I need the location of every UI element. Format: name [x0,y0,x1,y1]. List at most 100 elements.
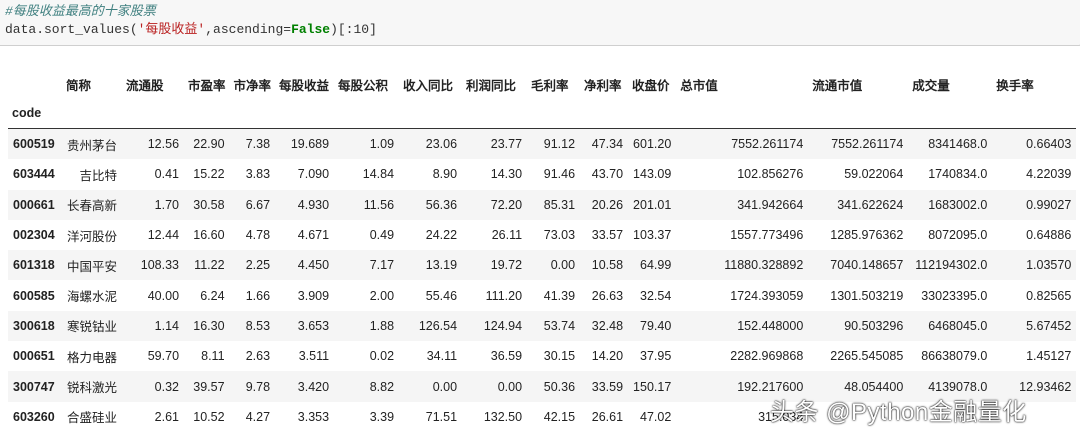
table-cell: 30.15 [543,349,576,364]
row-stock-name: 洋河股份 [67,229,118,244]
table-cell: 23.06 [425,137,458,152]
column-header: 流通股 [126,78,164,93]
table-cell: 8.53 [245,318,271,333]
table-cell: 47.02 [640,409,672,424]
table-cell: 26.63 [591,288,624,303]
table-cell: 0.99027 [1026,197,1072,212]
table-cell: 1301.503219 [830,288,904,303]
table-cell: 3.511 [298,349,330,364]
table-cell: 0.02 [369,349,395,364]
table-cell: 7.090 [297,167,330,182]
table-cell: 12.44 [147,228,180,243]
index-row-spacer [122,98,185,129]
column-header: 流通市值 [812,78,863,93]
column-header: 换手率 [996,78,1034,93]
table-cell: 12.56 [147,137,180,152]
table-cell: 90.503296 [844,318,904,333]
table-cell: 0.82565 [1026,288,1072,303]
table-cell: 150.17 [633,379,672,394]
row-stock-name: 格力电器 [67,350,118,365]
table-cell: 11880.328892 [724,258,804,273]
table-cell: 112194302.0 [915,258,988,273]
table-cell: 34.11 [426,349,458,364]
table-cell: 4.930 [297,197,330,212]
table-cell: 79.40 [640,318,672,333]
table-cell: 102.856276 [737,167,804,182]
table-cell: 601.20 [633,137,672,152]
table-cell: 47.34 [591,137,624,152]
table-cell: 59.022064 [844,167,904,182]
table-cell: 7.17 [369,258,395,273]
row-code: 601318 [13,258,55,273]
index-row-spacer [908,98,993,129]
table-cell: 53.74 [543,318,576,333]
table-row: 603444 吉比特 0.41 15.22 3.83 7.090 14.84 8.90 14.3… [8,159,1076,189]
column-header: 净利率 [584,78,622,93]
row-code: 000661 [13,197,55,212]
table-cell: 126.54 [418,318,458,333]
table-cell: 0.00 [432,379,458,394]
table-cell: 3.83 [245,167,271,182]
index-row-spacer [527,98,581,129]
table-row: 600519 贵州茅台 12.56 22.90 7.38 19.689 1.09 23.06 2… [8,128,1077,160]
index-row-spacer [992,98,1077,129]
column-header-row: 简称 流通股 市盈率 市净率 每股收益 每股公积 收入同比 利润同比 毛利率 净利率 收盘价 总市值 流… [8,70,1076,98]
table-cell: 22.90 [193,137,225,152]
table-cell: 16.30 [193,318,225,333]
row-stock-name: 吉比特 [79,168,118,183]
table-cell: 2.25 [245,258,271,273]
table-cell: 26.61 [591,409,624,424]
table-cell: 73.03 [543,228,576,243]
column-header: 简称 [66,78,92,93]
table-cell: 0.49 [369,228,395,243]
index-row-spacer [628,98,677,129]
code-cell[interactable]: #每股收益最高的十家股票 data.sort_values('每股收益',asc… [0,0,1080,46]
table-cell: 56.36 [425,197,458,212]
table-cell: 8341468.0 [928,137,988,152]
table-cell: 6468045.0 [928,318,988,333]
table-cell: 41.39 [543,288,576,303]
table-cell: 0.41 [154,167,180,182]
table-cell: 19.72 [490,258,523,273]
table-cell: 1683002.0 [928,197,988,212]
table-cell: 20.26 [591,197,624,212]
table-cell: 201.01 [633,197,672,212]
column-header: 成交量 [912,78,950,93]
table-cell: 3.353 [297,409,330,424]
table-cell: 7040.148657 [830,258,904,273]
table-row: 600585 海螺水泥 40.00 6.24 1.66 3.909 2.00 55.46 111… [8,280,1076,310]
row-stock-name: 合盛硅业 [67,411,118,426]
table-cell: 30.58 [193,197,225,212]
column-header: 毛利率 [531,78,569,93]
table-cell: 10.58 [591,258,624,273]
table-cell: 0.00 [550,258,576,273]
row-stock-name: 锐科激光 [67,381,118,396]
table-cell: 1557.773496 [730,228,804,243]
table-cell: 36.59 [490,349,523,364]
row-stock-name: 长春高新 [67,199,118,214]
table-cell: 42.15 [543,409,576,424]
row-stock-name: 海螺水泥 [67,290,118,305]
table-cell: 26.11 [491,228,523,243]
table-cell: 33.57 [591,228,624,243]
table-cell: 132.50 [483,409,523,424]
table-cell: 23.77 [490,137,523,152]
table-cell: 2265.545085 [830,349,904,364]
code-text: data.sort_values( [5,22,138,37]
index-row-spacer [808,98,909,129]
table-cell: 1.09 [369,137,395,152]
row-stock-name: 寒锐钴业 [67,320,118,335]
table-cell: 1.03570 [1026,258,1072,273]
table-cell: 33.59 [591,379,624,394]
row-code: 600585 [13,288,55,303]
table-cell: 2.63 [245,349,271,364]
table-cell: 39.57 [193,379,225,394]
row-stock-name: 贵州茅台 [67,138,118,153]
row-stock-name: 中国平安 [67,259,118,274]
table-cell: 7552.261174 [831,137,904,152]
row-code: 300618 [13,318,55,333]
index-row-spacer [580,98,629,129]
table-cell: 2282.969868 [730,349,804,364]
index-row-spacer [334,98,400,129]
table-row: 000661 长春高新 1.70 30.58 6.67 4.930 11.56 56.36 72… [8,189,1077,220]
